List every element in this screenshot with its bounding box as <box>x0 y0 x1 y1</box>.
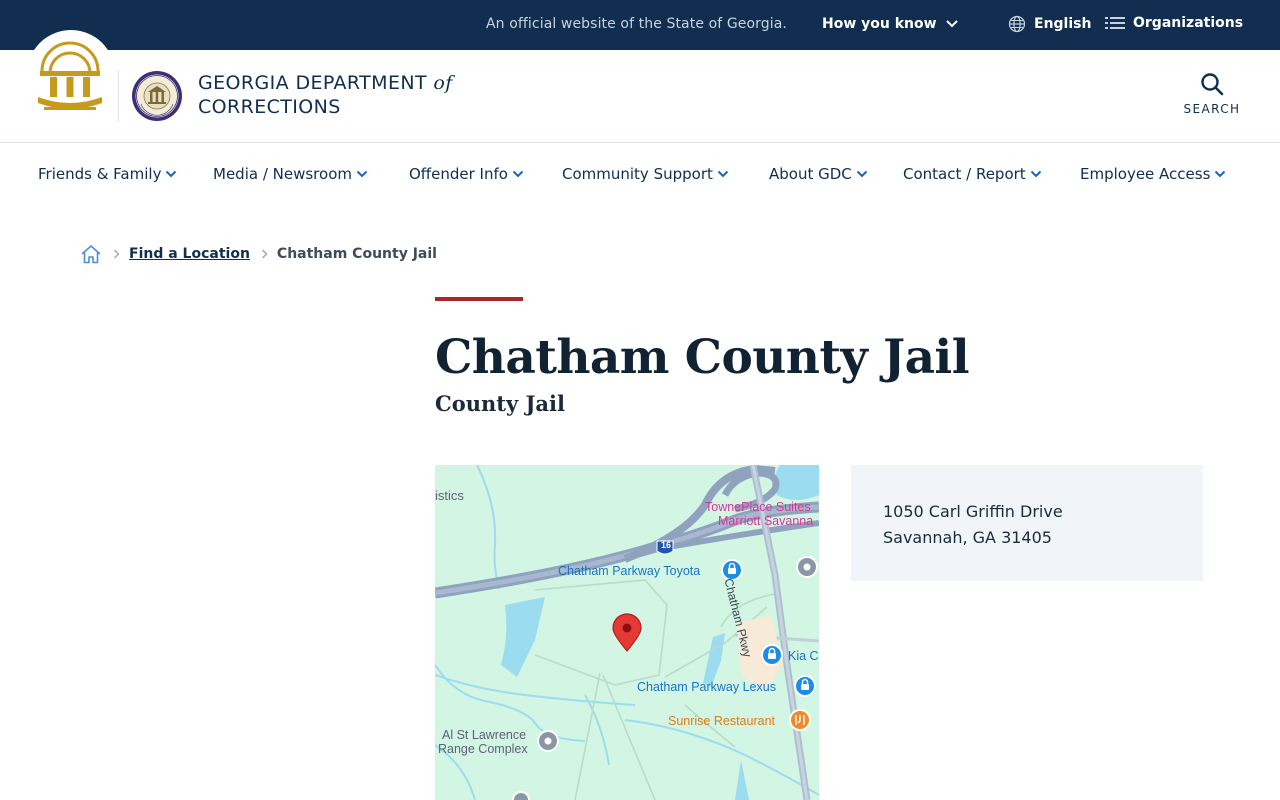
header-divider <box>118 70 119 122</box>
brand-line-1: GEORGIA DEPARTMENT <box>198 72 427 94</box>
nav-label: Offender Info <box>409 165 508 183</box>
chevron-down-icon <box>945 20 958 28</box>
location-map[interactable]: istics TownePlace Suites Marriott Savann… <box>435 465 819 800</box>
chevron-down-icon <box>356 170 368 178</box>
brand-of: of <box>433 72 453 94</box>
search-label: SEARCH <box>1183 102 1241 116</box>
nav-label: Friends & Family <box>38 165 162 183</box>
map-label-highway: 16 <box>661 540 672 550</box>
search-icon <box>1201 73 1224 96</box>
map-label-range-2: Range Complex <box>438 742 528 756</box>
title-accent-rule <box>435 297 523 301</box>
page-subtitle: County Jail <box>435 391 565 416</box>
nav-label: Community Support <box>562 165 713 183</box>
chevron-down-icon <box>1215 170 1226 178</box>
how-you-know-toggle[interactable]: How you know <box>822 16 959 32</box>
globe-icon <box>1008 15 1026 33</box>
chevron-down-icon <box>856 170 867 178</box>
language-selector[interactable]: English <box>1008 15 1091 33</box>
gdc-seal-icon <box>132 71 182 121</box>
nav-community-support[interactable]: Community Support <box>562 165 729 183</box>
chevron-right-icon <box>114 249 120 259</box>
organizations-label: Organizations <box>1133 15 1244 31</box>
chevron-down-icon <box>512 170 524 178</box>
nav-label: Media / Newsroom <box>213 165 352 183</box>
home-icon[interactable] <box>80 244 102 264</box>
location-pin-icon <box>612 613 642 652</box>
map-label-sunrise: Sunrise Restaurant <box>668 714 776 728</box>
chevron-down-icon <box>717 170 729 178</box>
nav-label: Employee Access <box>1080 165 1211 183</box>
chevron-down-icon <box>166 170 177 178</box>
breadcrumb-find-location-link[interactable]: Find a Location <box>129 246 250 262</box>
nav-contact-report[interactable]: Contact / Report <box>903 165 1042 183</box>
address-line-2: Savannah, GA 31405 <box>883 528 1052 547</box>
address-line-1: 1050 Carl Griffin Drive <box>883 502 1063 521</box>
georgia-state-seal-icon <box>38 41 102 110</box>
organizations-menu[interactable]: Organizations <box>1105 15 1243 31</box>
site-header <box>0 50 1280 143</box>
nav-offender-info[interactable]: Offender Info <box>409 165 524 183</box>
nav-media-newsroom[interactable]: Media / Newsroom <box>213 165 368 183</box>
how-you-know-label: How you know <box>822 16 937 32</box>
nav-employee-access[interactable]: Employee Access <box>1080 165 1226 183</box>
map-label-towneplace-2: Marriott Savanna <box>718 514 814 528</box>
list-icon <box>1105 17 1125 29</box>
nav-label: About GDC <box>769 165 852 183</box>
map-label-kia: Kia C <box>788 649 819 663</box>
chevron-down-icon <box>1030 170 1041 178</box>
official-banner: An official website of the State of Geor… <box>0 0 1280 50</box>
map-label-towneplace: TownePlace Suites <box>705 500 811 514</box>
site-brand[interactable]: GEORGIA DEPARTMENT of CORRECTIONS <box>198 71 453 119</box>
language-label: English <box>1034 16 1092 32</box>
nav-about-gdc[interactable]: About GDC <box>769 165 868 183</box>
nav-friends-family[interactable]: Friends & Family <box>38 165 177 183</box>
map-label-lexus: Chatham Parkway Lexus <box>637 680 776 694</box>
chevron-right-icon <box>261 249 268 259</box>
map-label-range: Al St Lawrence <box>442 728 527 742</box>
breadcrumb-current: Chatham County Jail <box>276 246 437 262</box>
nav-label: Contact / Report <box>903 165 1026 183</box>
map-label-toyota: Chatham Parkway Toyota <box>558 564 701 578</box>
address-card: 1050 Carl Griffin Drive Savannah, GA 314… <box>851 465 1203 581</box>
search-button[interactable]: SEARCH <box>1180 72 1244 122</box>
breadcrumb: Find a Location Chatham County Jail <box>80 242 437 266</box>
page-title: Chatham County Jail <box>435 330 970 385</box>
map-label-logistics: istics <box>435 488 464 503</box>
brand-line-2: CORRECTIONS <box>198 96 341 118</box>
official-site-text: An official website of the State of Geor… <box>486 16 787 32</box>
